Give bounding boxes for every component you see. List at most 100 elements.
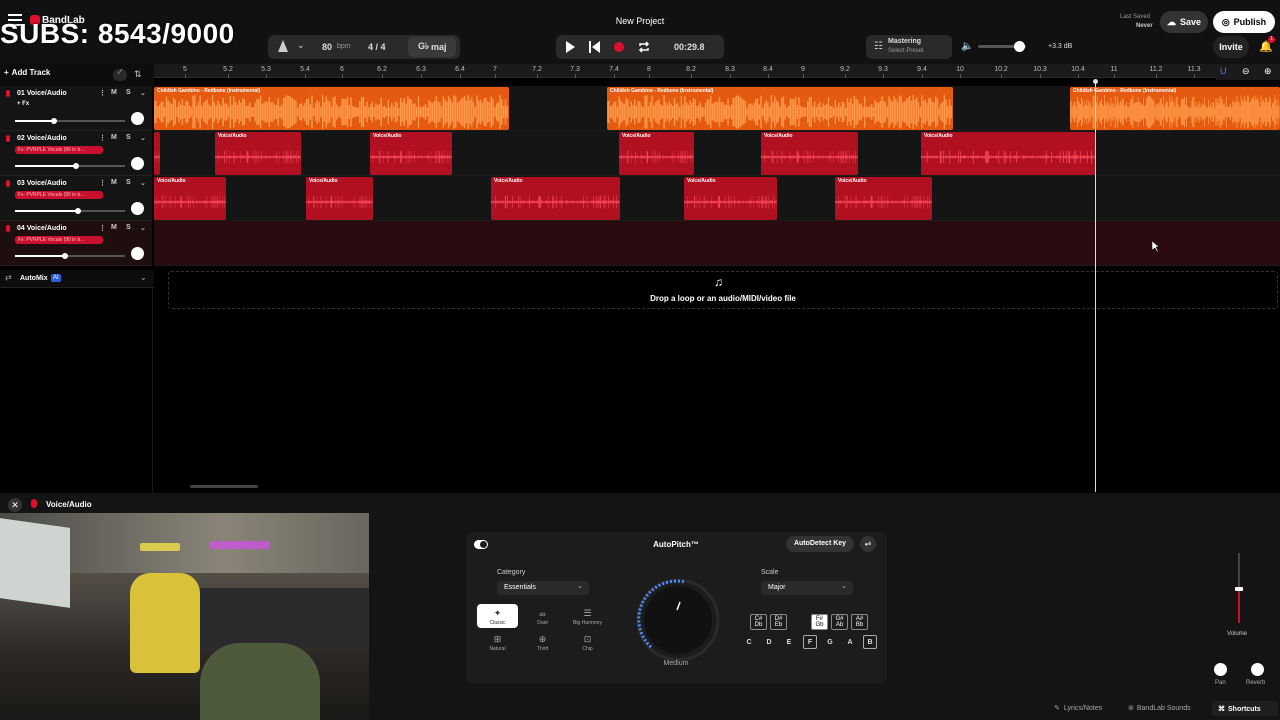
shortcuts-button[interactable]: ⌘ Shortcuts xyxy=(1212,701,1278,716)
close-editor-button[interactable]: ✕ xyxy=(8,498,22,512)
audio-clip[interactable] xyxy=(154,132,160,175)
solo-button[interactable]: S xyxy=(126,179,131,186)
volume-slider-knob[interactable] xyxy=(51,118,57,124)
zoom-in-icon[interactable]: ⊕ xyxy=(1264,66,1272,77)
track-lane[interactable]: Voice/Audio Voice/Audio Voice/Audio Voice/A… xyxy=(154,176,1280,221)
audio-clip[interactable]: Voice/Audio xyxy=(619,132,694,175)
autodetect-key-button[interactable]: AutoDetect Key xyxy=(786,536,854,552)
record-icon[interactable] xyxy=(614,42,624,52)
chevron-down-icon[interactable]: ⌄ xyxy=(140,89,146,97)
sharp-key-button[interactable]: F# Gb xyxy=(811,614,828,630)
track-settings-icon[interactable]: ⇅ xyxy=(134,69,142,80)
pan-knob[interactable] xyxy=(131,157,144,170)
category-select[interactable]: Essentials ⌄ xyxy=(497,581,589,595)
automation-icon[interactable]: ⟋ xyxy=(113,69,127,81)
automix-chevron-icon[interactable]: ⌄ xyxy=(140,273,147,282)
metronome-icon[interactable] xyxy=(278,40,288,52)
save-button[interactable]: ☁ Save xyxy=(1160,11,1208,33)
playhead-marker[interactable] xyxy=(1093,79,1098,84)
volume-slider[interactable] xyxy=(15,253,125,259)
fx-preset-badge[interactable]: Fx: PVRPLE Vocals (90 in b... xyxy=(15,146,103,154)
sharp-key-button[interactable]: A# Bb xyxy=(851,614,868,630)
drop-zone[interactable]: ♫ Drop a loop or an audio/MIDI/video fil… xyxy=(168,271,1278,309)
track-name[interactable]: 02 Voice/Audio xyxy=(17,135,67,142)
project-title[interactable]: New Project xyxy=(580,16,700,26)
audio-clip[interactable]: Voice/Audio xyxy=(835,177,932,220)
add-track-button[interactable]: + Add Track xyxy=(4,68,64,82)
pan-knob[interactable] xyxy=(131,112,144,125)
style-option-chip[interactable]: ⊡ Chip xyxy=(567,630,608,654)
mute-button[interactable]: M xyxy=(111,224,117,231)
magnet-icon[interactable]: U xyxy=(1220,66,1227,76)
audio-clip[interactable]: Voice/Audio xyxy=(306,177,373,220)
sharp-key-button[interactable]: D# Eb xyxy=(770,614,787,630)
style-option-third[interactable]: ⊕ Third xyxy=(522,630,563,654)
sharp-key-button[interactable]: G# Ab xyxy=(831,614,848,630)
note-button[interactable]: B xyxy=(863,635,877,649)
audio-clip[interactable]: Voice/Audio xyxy=(215,132,301,175)
master-volume-knob[interactable] xyxy=(1014,41,1025,52)
volume-slider-knob[interactable] xyxy=(75,208,81,214)
pan-knob[interactable] xyxy=(131,247,144,260)
autopitch-toggle[interactable] xyxy=(474,540,488,549)
volume-slider[interactable] xyxy=(15,208,125,214)
fx-preset-badge[interactable]: Fx: PVRPLE Vocals (90 in b... xyxy=(15,236,103,244)
audio-clip[interactable]: Voice/Audio xyxy=(921,132,1096,175)
reverb-knob[interactable] xyxy=(1251,663,1264,676)
solo-button[interactable]: S xyxy=(126,224,131,231)
scale-select[interactable]: Major ⌄ xyxy=(761,581,853,595)
track-name[interactable]: 03 Voice/Audio xyxy=(17,180,67,187)
mute-button[interactable]: M xyxy=(111,89,117,96)
bandlab-sounds-button[interactable]: ⊚ BandLab Sounds xyxy=(1128,704,1191,712)
bpm-value[interactable]: 80 xyxy=(322,42,332,52)
track-header[interactable]: 04 Voice/Audio ⋮ M S ⌄ Fx: PVRPLE Vocals (90 … xyxy=(0,221,152,266)
volume-slider-knob[interactable] xyxy=(73,163,79,169)
note-button[interactable]: A xyxy=(843,635,857,649)
track-lane[interactable]: Voice/Audio Voice/Audio Voice/Audio Voice/A… xyxy=(154,131,1280,176)
pan-knob[interactable] xyxy=(1214,663,1227,676)
style-option-big-harmony[interactable]: ☰ Big Harmony xyxy=(567,604,608,628)
chevron-down-icon[interactable]: ⌄ xyxy=(297,40,305,51)
note-button[interactable]: C xyxy=(742,635,756,649)
mute-button[interactable]: M xyxy=(111,134,117,141)
chevron-down-icon[interactable]: ⌄ xyxy=(140,224,146,232)
volume-slider[interactable] xyxy=(15,163,125,169)
track-name[interactable]: 01 Voice/Audio xyxy=(17,90,67,97)
audio-clip[interactable]: Childish Gambino - Redbone (Instrumental… xyxy=(154,87,509,130)
audio-clip[interactable]: Voice/Audio xyxy=(154,177,226,220)
track-name[interactable]: 04 Voice/Audio xyxy=(17,225,67,232)
track-header[interactable]: 01 Voice/Audio ⋮ M S ⌄ + Fx xyxy=(0,86,152,131)
more-icon[interactable]: ⋮ xyxy=(99,224,106,232)
volume-slider[interactable] xyxy=(15,118,125,124)
volume-fader-knob[interactable] xyxy=(1235,587,1243,591)
mute-button[interactable]: M xyxy=(111,179,117,186)
skip-back-icon[interactable] xyxy=(589,41,600,53)
chevron-down-icon[interactable]: ⌄ xyxy=(140,179,146,187)
solo-button[interactable]: S xyxy=(126,134,131,141)
audio-clip[interactable]: Voice/Audio xyxy=(370,132,452,175)
publish-button[interactable]: ◎ Publish xyxy=(1213,11,1275,33)
loop-icon[interactable] xyxy=(638,41,650,53)
audio-clip[interactable]: Voice/Audio xyxy=(761,132,858,175)
audio-clip[interactable]: Childish Gambino - Redbone (Instrumental… xyxy=(607,87,953,130)
more-icon[interactable]: ⋮ xyxy=(99,89,106,97)
note-button[interactable]: F xyxy=(803,635,817,649)
speaker-icon[interactable]: 🔈 xyxy=(961,41,973,52)
audio-clip[interactable]: Voice/Audio xyxy=(491,177,620,220)
note-button[interactable]: G xyxy=(823,635,837,649)
fx-preset-badge[interactable]: Fx: PVRPLE Vocals (90 in b... xyxy=(15,191,103,199)
automix-row[interactable]: ⇄ AutoMix AI ⌄ xyxy=(0,270,154,288)
pan-knob[interactable] xyxy=(131,202,144,215)
volume-fader-track[interactable] xyxy=(1235,553,1243,623)
track-lane[interactable] xyxy=(154,221,1280,266)
note-button[interactable]: E xyxy=(782,635,796,649)
invite-button[interactable]: Invite xyxy=(1213,36,1249,58)
solo-button[interactable]: S xyxy=(126,89,131,96)
track-header[interactable]: 03 Voice/Audio ⋮ M S ⌄ Fx: PVRPLE Vocals (90 … xyxy=(0,176,152,221)
zoom-out-icon[interactable]: ⊖ xyxy=(1242,66,1250,77)
track-lane[interactable]: Childish Gambino - Redbone (Instrumental… xyxy=(154,86,1280,131)
time-signature[interactable]: 4 / 4 xyxy=(368,42,386,52)
mastering-button[interactable]: ☷ Mastering Select Preset xyxy=(866,35,952,59)
autopitch-settings-icon[interactable]: ⇌ xyxy=(860,536,876,552)
note-button[interactable]: D xyxy=(762,635,776,649)
